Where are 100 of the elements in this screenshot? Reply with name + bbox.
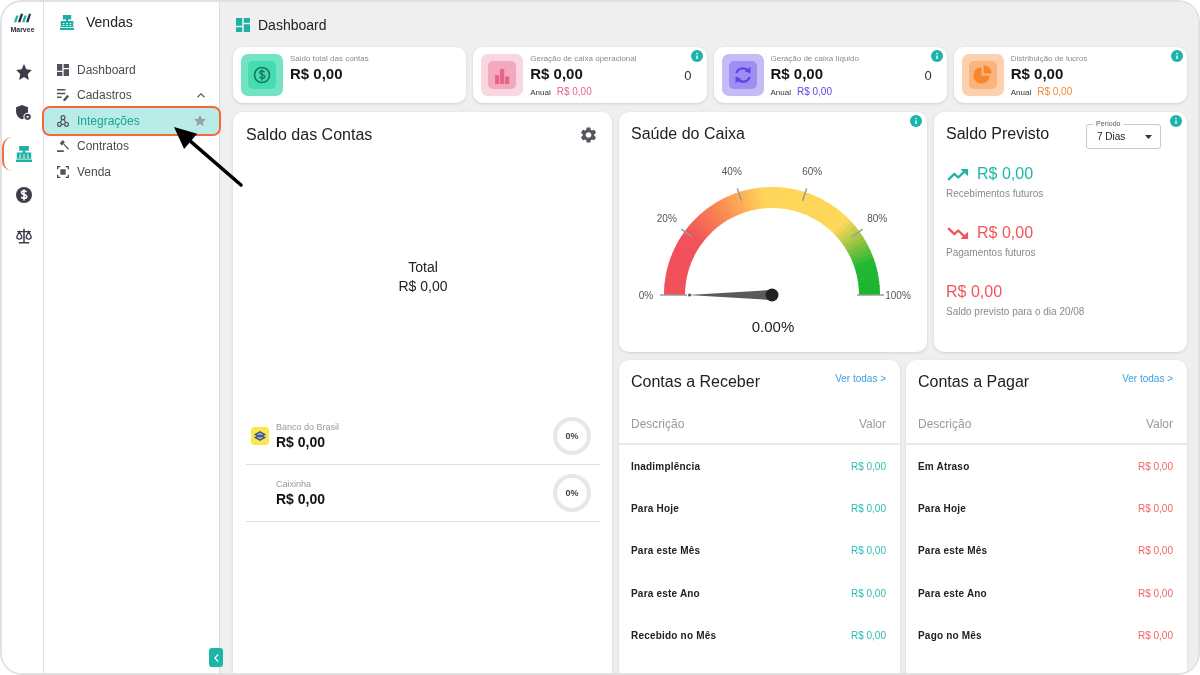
row-label: Para este Ano — [631, 587, 700, 599]
panel-title: Saldo Previsto — [946, 124, 1050, 144]
card-label: Distribuição de lucros — [1010, 54, 1089, 64]
row-label: Para este Ano — [918, 587, 987, 599]
panel-title: Saúde do Caixa — [631, 124, 746, 144]
gauge-tick-label: 100% — [885, 289, 911, 301]
forecast-caption: Recebimentos futuros — [946, 187, 1045, 201]
panel-title: Saldo das Contas — [246, 125, 373, 145]
card-count: 0 — [684, 67, 692, 83]
annual-label: Anual — [770, 88, 791, 97]
row-value: R$ 0,00 — [850, 503, 886, 515]
sidebar-title: Vendas — [86, 14, 133, 30]
card-value: R$ 0,00 — [1010, 65, 1065, 83]
account-balance: R$ 0,00 — [276, 433, 327, 451]
gauge-tick-label: 80% — [867, 213, 888, 225]
gauge-tick-label: 60% — [802, 165, 823, 177]
cash-register-icon — [60, 14, 74, 30]
forecast-value: R$ 0,00 — [977, 164, 1034, 184]
annual-value: R$ 0,00 — [796, 86, 832, 97]
menu-item[interactable]: Contratos — [44, 133, 219, 159]
row-label: Recebido no Mês — [631, 630, 717, 642]
total-value: R$ 0,00 — [398, 277, 448, 296]
menu-item[interactable]: Dashboard — [44, 57, 219, 83]
column-header: Valor — [1145, 417, 1173, 431]
column-header: Valor — [858, 417, 886, 431]
info-icon[interactable] — [930, 50, 943, 62]
dashboard-icon — [236, 18, 250, 32]
row-value: R$ 0,00 — [1137, 630, 1173, 642]
frame-icon — [57, 165, 69, 178]
annual-value: R$ 0,00 — [1037, 86, 1073, 97]
row-value: R$ 0,00 — [850, 630, 886, 642]
gauge-tick-label: 0% — [638, 289, 654, 301]
shield-icon — [15, 105, 32, 121]
caret-down-icon — [1145, 134, 1152, 139]
column-header: Descrição — [918, 417, 972, 431]
gauge-tick-label: 20% — [656, 213, 677, 225]
row-value: R$ 0,00 — [1137, 587, 1173, 599]
info-icon[interactable] — [1171, 50, 1183, 62]
gauge-tick-label: 40% — [721, 165, 742, 177]
card-label: Saldo total das contas — [290, 54, 370, 64]
menu-item[interactable]: Venda — [44, 159, 219, 185]
row-label: Para este Mês — [631, 545, 701, 557]
pointer-arrow — [172, 125, 244, 189]
forecast-caption: Saldo previsto para o dia 20/08 — [946, 305, 1086, 319]
row-label: Em Atraso — [918, 460, 970, 472]
panel-title: Contas a Pagar — [918, 372, 1030, 392]
info-icon[interactable] — [1170, 115, 1182, 127]
card-count: 0 — [924, 67, 932, 83]
ring-icon — [552, 416, 592, 456]
forecast-value: R$ 0,00 — [977, 223, 1034, 243]
row-value: R$ 0,00 — [1137, 545, 1173, 557]
info-icon[interactable] — [690, 50, 703, 62]
trend-down-icon — [947, 226, 969, 240]
logo-icon — [13, 13, 32, 23]
menu-item[interactable]: Cadastros — [44, 82, 219, 108]
total-label: Total — [408, 258, 438, 277]
row-label: Para Hoje — [631, 503, 679, 515]
star-icon[interactable] — [194, 115, 206, 127]
column-header: Descrição — [631, 417, 685, 431]
ring-icon — [552, 473, 592, 513]
card-value: R$ 0,00 — [530, 65, 584, 83]
gauge-reading: 0.00% — [751, 318, 795, 336]
ring-percent: 0% — [565, 488, 579, 498]
forecast-value: R$ 0,00 — [946, 282, 1003, 302]
info-icon[interactable] — [910, 115, 922, 127]
row-value: R$ 0,00 — [850, 460, 886, 472]
dollar-icon — [15, 187, 32, 203]
list-edit-icon — [57, 89, 69, 102]
cash-register-icon — [15, 146, 32, 162]
row-value: R$ 0,00 — [850, 587, 886, 599]
star-icon — [15, 64, 32, 80]
card-label: Geração de caixa operacional — [530, 54, 638, 64]
nodes-icon — [57, 114, 69, 127]
trend-up-icon — [947, 167, 969, 181]
card-value: R$ 0,00 — [290, 65, 344, 83]
page-title: Dashboard — [258, 17, 327, 33]
settings-icon[interactable] — [581, 127, 596, 143]
row-label: Pago no Mês — [918, 630, 982, 642]
annual-label: Anual — [530, 88, 551, 97]
annual-label: Anual — [1010, 88, 1032, 97]
chevron-left-icon — [213, 653, 219, 662]
account-balance: R$ 0,00 — [276, 490, 326, 508]
account-name: Banco do Brasil — [276, 421, 340, 433]
row-value: R$ 0,00 — [850, 545, 886, 557]
row-label: Inadimplência — [631, 460, 701, 472]
ring-percent: 0% — [565, 431, 579, 441]
card-value: R$ 0,00 — [770, 65, 825, 83]
forecast-caption: Pagamentos futuros — [946, 246, 1037, 260]
scales-icon — [15, 228, 32, 244]
row-label: Para este Mês — [918, 545, 988, 557]
collapse-button[interactable] — [209, 648, 223, 667]
row-value: R$ 0,00 — [1137, 460, 1173, 472]
annual-value: R$ 0,00 — [556, 86, 592, 97]
gavel-icon — [57, 140, 69, 153]
panel-title: Contas a Receber — [631, 372, 760, 392]
row-label: Para Hoje — [918, 503, 966, 515]
account-name: Caixinha — [276, 478, 313, 490]
grid-icon — [57, 63, 69, 76]
row-value: R$ 0,00 — [1137, 503, 1173, 515]
card-label: Geração de caixa líquido — [770, 54, 860, 64]
